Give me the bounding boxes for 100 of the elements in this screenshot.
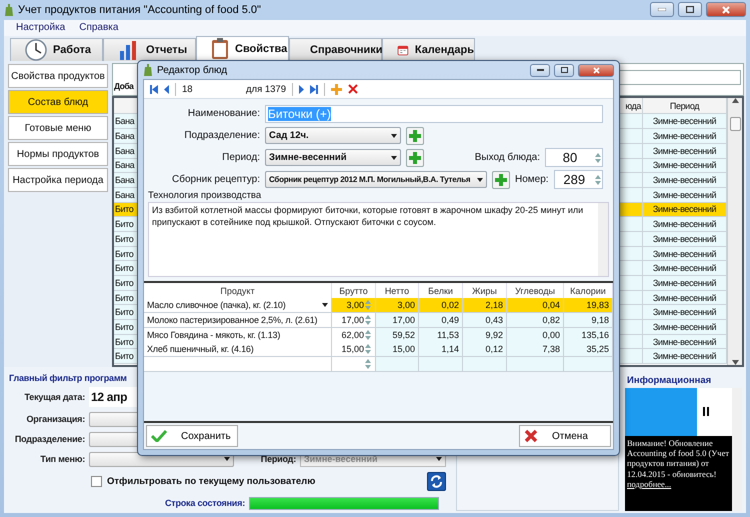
spin-arrows-icon [594,172,602,186]
close-icon [592,66,600,74]
table-cell: Молоко пастеризированное 2,5%, л. (2.61) [144,312,332,328]
caret-icon [322,303,328,307]
quantity-spinbox[interactable]: 17,00 [332,312,376,328]
spin-arrows-icon [594,150,602,164]
group-title: Информационная [626,375,712,386]
minimize-icon [658,8,666,12]
scrollbar[interactable] [732,388,742,511]
field-label: Подразделение: [183,130,260,141]
record-number-field[interactable]: 18 [182,84,240,94]
menu-item[interactable]: Справка [79,22,118,34]
maximize-button[interactable] [678,2,702,18]
refresh-button[interactable] [427,472,446,490]
tab[interactable]: Свойства [196,36,289,62]
table-cell: 7,38 [507,342,564,358]
field-label: Организация: [26,414,85,424]
column-header: Брутто [332,283,376,298]
sidebar-item[interactable]: Готовые меню [8,116,108,140]
technology-textarea[interactable]: Из взбитой котлетной массы формируют биточки, которые готовят в жарочном шкафу 20-25 минут или припускают в сотейнике под крышкой. Отпускают биточки с соусом. [148,202,609,277]
table-cell: 0,02 [419,298,463,313]
menu-item[interactable]: Настройка [16,22,66,34]
table-cell: Мясо Говядина - мякоть, кг. (1.13) [144,328,332,343]
grid-row[interactable]: Молоко пастеризированное 2,5%, л. (2.61) 17,00 17,00 0,49 0,43 0,82 9,18 [144,312,613,328]
scrollbar[interactable] [727,98,742,365]
field-label: Наименование: [186,108,260,119]
up-arrow-icon [732,98,738,104]
quantity-spinbox[interactable]: 62,00 [332,328,376,343]
down-arrow-icon [732,360,738,365]
sidebar-item[interactable]: Свойства продуктов [8,64,108,88]
scrollbar-thumb[interactable] [730,117,740,132]
tab[interactable]: Отчеты [103,38,196,62]
tab[interactable]: Календарь [382,38,475,62]
grid-row[interactable]: Хлеб пшеничный, кг. (4.16) 15,00 15,00 1,14 0,12 7,38 35,25 [144,342,613,358]
notice-text: Внимание! Обновление Accounting of food 5.0 (Учет продуктов питания) от 12.04.2015 - обновитесь! [627,438,730,479]
quantity-spinbox[interactable]: 3,00 [332,298,376,313]
department-dropdown[interactable]: Сад 12ч. [265,127,401,144]
checkbox[interactable] [91,476,102,486]
maximize-icon [560,67,568,73]
delete-icon [348,84,358,94]
record-count: для 1379 [246,84,286,94]
table-cell: 1,14 [419,342,463,358]
column-header: Калории [564,283,613,298]
table-cell: 0,04 [507,298,564,313]
field-label: Сборник рецептур: [171,174,260,185]
table-cell: 9,92 [463,328,507,343]
clock-icon [25,39,47,62]
caret-icon [477,178,483,182]
plus-icon [331,84,342,94]
maximize-icon [686,6,694,14]
dialog-title: Редактор блюд [157,64,228,76]
table-cell [376,357,419,372]
close-button[interactable] [578,64,614,76]
cross-icon [524,429,538,443]
table-cell: 0,43 [463,312,507,328]
tab[interactable]: Работа [10,38,103,62]
period-dropdown[interactable]: Зимне-весенний [265,149,401,166]
field-label: Подразделение: [14,434,85,444]
field-label: Текущая дата: [23,392,85,402]
table-cell: 19,83 [564,298,613,313]
table-cell: 35,25 [564,342,613,358]
save-button[interactable]: Сохранить [146,425,238,447]
table-cell: 59,52 [376,328,419,343]
tab[interactable]: Справочники [289,38,382,62]
quantity-spinbox[interactable]: 15,00 [332,342,376,358]
table-cell: 15,00 [376,342,419,358]
add-button[interactable] [406,148,424,166]
recipe-book-dropdown[interactable]: Сборник рецептур 2012 М.П. Могильный,В.А. Тутелья [265,171,487,188]
sidebar-item[interactable]: Состав блюд [8,90,108,114]
minimize-button[interactable] [530,64,550,76]
table-cell: Хлеб пшеничный, кг. (4.16) [144,342,332,358]
table-cell: 9,18 [564,312,613,328]
cancel-button[interactable]: Отмена [519,425,611,447]
last-record-icon [310,84,318,94]
window-title: Учет продуктов питания "Accounting of food 5.0" [18,4,261,16]
yield-spinbox[interactable]: 80 [545,148,603,167]
sidebar-item[interactable]: Настройка периода [8,168,108,192]
number-spinbox[interactable]: 289 [554,170,603,189]
refresh-icon [430,474,443,488]
maximize-button[interactable] [554,64,574,76]
more-link[interactable]: подробнее... [627,478,672,489]
column-header: Углеводы [507,283,564,298]
grid-row[interactable]: Масло сливочное (пачка), кг. (2.10) 3,00 3,00 0,02 2,18 0,04 19,83 [144,298,613,313]
sidebar-item[interactable]: Нормы продуктов [8,142,108,166]
app-icon [4,4,14,16]
product-dropdown[interactable]: Масло сливочное (пачка), кг. (2.10) [144,298,332,313]
table-cell: 17,00 [376,312,419,328]
minimize-icon [536,69,544,71]
group-title: Главный фильтр программ [9,373,128,383]
toolbar-label: Доба [114,81,134,92]
add-button[interactable] [406,126,424,144]
caret-icon [391,134,397,138]
column-header: Жиры [463,283,507,298]
table-cell: 0,00 [507,328,564,343]
field-label: Тип меню: [39,454,85,464]
add-button[interactable] [492,170,510,188]
quantity-spinbox[interactable] [332,357,376,372]
close-button[interactable] [706,2,746,18]
first-record-icon [150,84,158,94]
check-icon [151,430,167,442]
